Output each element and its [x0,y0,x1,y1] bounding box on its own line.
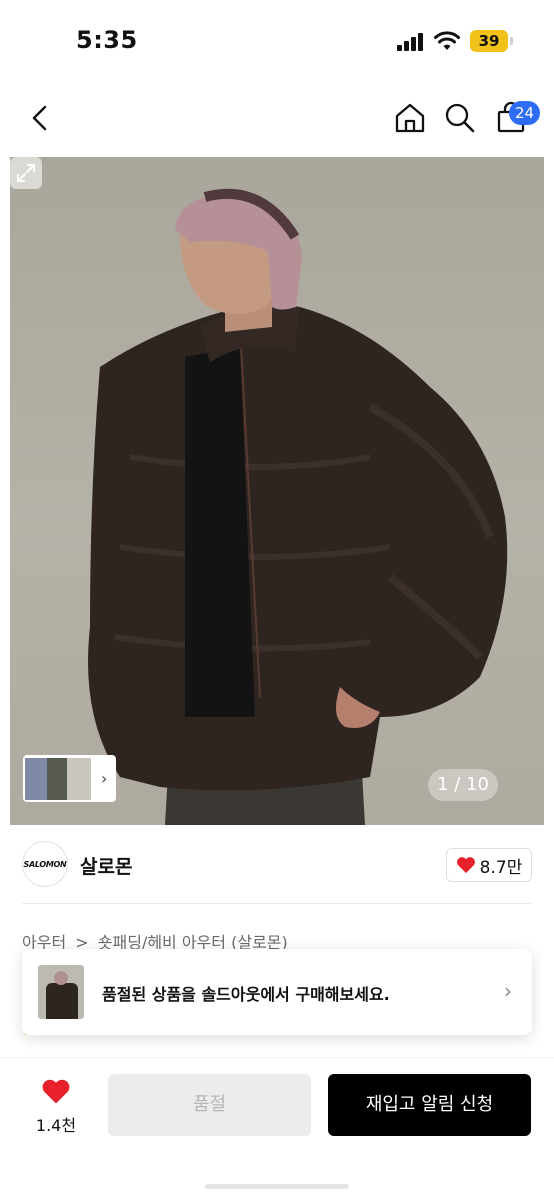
image-page-counter: 1 / 10 [428,769,498,801]
heart-icon [42,1079,70,1104]
home-icon[interactable] [392,100,428,136]
product-image[interactable]: › 1 / 10 [10,157,544,825]
expand-icon[interactable] [10,157,42,189]
banner-text: 품절된 상품을 솔드아웃에서 구매해보세요. [102,985,390,1004]
brand-like-button[interactable]: 8.7만 [446,848,532,882]
bottom-action-bar: 1.4천 품절 재입고 알림 신청 [0,1057,554,1200]
signal-icon [397,33,425,51]
brand-logo[interactable]: SALOMON [22,841,68,887]
chevron-right-icon: › [504,979,512,1003]
banner-product-thumbnail [38,965,84,1019]
brand-row: SALOMON 살로몬 8.7만 [22,841,532,889]
search-icon[interactable] [442,100,478,136]
product-photo [88,188,508,825]
battery-tip [510,37,513,45]
chevron-right-icon: › [101,769,108,788]
thumbnail-strip[interactable]: › [23,755,116,802]
cart-count-badge: 24 [509,101,541,125]
heart-icon [456,857,475,873]
divider [22,903,532,904]
soldout-button: 품절 [108,1074,311,1136]
brand-like-count: 8.7만 [479,857,523,878]
back-icon[interactable] [22,100,58,136]
status-time: 5:35 [76,26,138,54]
brand-name[interactable]: 살로몬 [80,852,132,879]
status-bar: 5:35 39 [0,0,554,84]
home-indicator [205,1184,349,1189]
soldout-banner[interactable]: 품절된 상품을 솔드아웃에서 구매해보세요. › [22,949,532,1035]
battery-icon: 39 [470,30,508,52]
top-nav: 24 [0,84,554,156]
wifi-icon [434,31,460,50]
wish-count: 1.4천 [35,1116,77,1135]
wish-button[interactable]: 1.4천 [30,1076,82,1136]
restock-alert-button[interactable]: 재입고 알림 신청 [328,1074,531,1136]
thumbnail-images [25,757,91,800]
